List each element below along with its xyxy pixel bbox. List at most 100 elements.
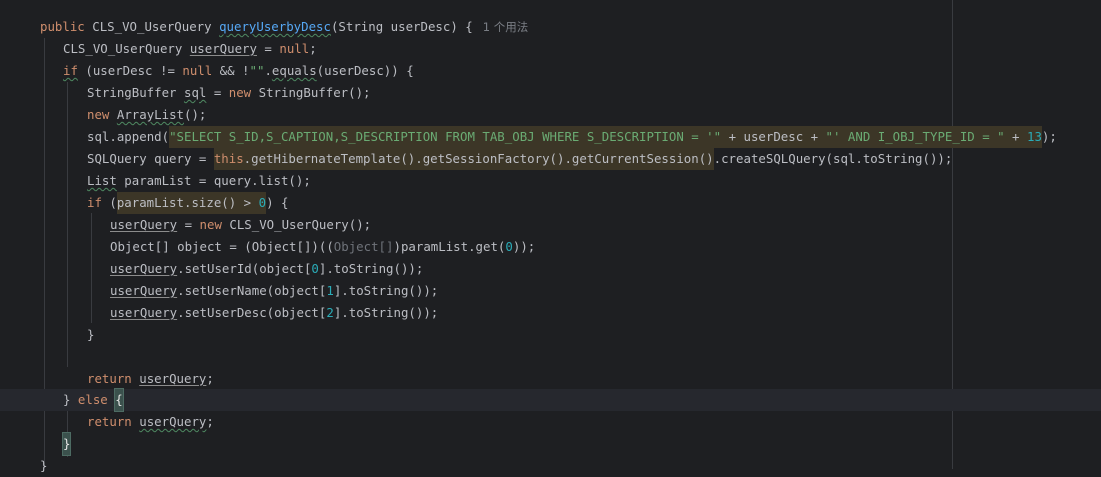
code-token: paramList = query.list(); xyxy=(116,173,311,188)
code-token: StringBuffer(); xyxy=(251,85,371,100)
code-token: ( xyxy=(101,195,117,210)
closing-brace: } xyxy=(87,327,95,342)
code-line[interactable]: new ArrayList (); xyxy=(87,104,206,126)
code-token: ; xyxy=(206,414,214,429)
code-line-method-signature[interactable]: public CLS_VO_UserQuery queryUserbyDesc(… xyxy=(40,16,528,38)
matched-brace-close: } xyxy=(61,432,72,456)
code-token: .append( xyxy=(109,129,170,144)
code-token: CLS_VO_UserQuery xyxy=(63,41,190,56)
code-line[interactable]: } xyxy=(40,455,47,477)
code-token: .setUserDesc(object[ xyxy=(177,305,327,320)
variable-sql: sql xyxy=(87,129,110,144)
code-token: (userDesc != xyxy=(77,63,183,78)
keyword-else: else xyxy=(77,392,108,407)
code-line[interactable]: userQuery = new CLS_VO_UserQuery(); xyxy=(110,214,371,236)
code-line-sql-append[interactable]: sql .append("SELECT S_ID,S_CAPTION,S_DESC… xyxy=(87,126,1057,148)
code-token: + xyxy=(1004,126,1027,148)
keyword-if: if xyxy=(87,195,102,210)
class-name: List xyxy=(87,173,117,188)
class-name: ArrayList xyxy=(116,107,184,122)
keyword-return: return xyxy=(87,371,132,386)
code-line[interactable]: Object[] object = (Object[])((Object[])p… xyxy=(110,236,535,258)
code-token: .setUserName(object[ xyxy=(177,283,327,298)
code-line[interactable]: return userQuery; xyxy=(87,368,214,390)
code-token: paramList.size() > xyxy=(116,192,259,214)
code-line[interactable]: } xyxy=(87,324,94,346)
code-token: .createSQLQuery(sql.toString()); xyxy=(713,151,953,166)
code-editor[interactable]: public CLS_VO_UserQuery queryUserbyDesc(… xyxy=(0,0,1101,473)
code-line[interactable]: } xyxy=(61,432,72,456)
variable-userQuery: userQuery xyxy=(189,41,257,56)
code-token: ].toString()); xyxy=(333,305,439,320)
number-literal: 13 xyxy=(1026,126,1042,148)
indent-guide xyxy=(67,82,68,367)
code-token: ; xyxy=(309,41,317,56)
code-line[interactable]: SQLQuery query = this .getHibernateTempla… xyxy=(87,148,952,170)
keyword-return: return xyxy=(87,414,132,429)
keyword-this: this xyxy=(213,148,244,170)
keyword-if: if xyxy=(63,63,78,78)
variable-userQuery: userQuery xyxy=(139,414,207,429)
variable-userQuery: userQuery xyxy=(110,217,178,232)
code-token: ].toString()); xyxy=(318,261,424,276)
number-literal: 0 xyxy=(311,261,319,276)
code-line[interactable]: List paramList = query.list(); xyxy=(87,170,311,192)
code-token: ) { xyxy=(266,195,289,210)
string-literal: "" xyxy=(249,63,265,78)
code-token: SQLQuery query = xyxy=(87,151,214,166)
redundant-cast: Object[] xyxy=(333,239,394,254)
keyword-new: new xyxy=(199,217,222,232)
method-params: (String userDesc) { xyxy=(330,19,473,34)
number-literal: 1 xyxy=(326,283,334,298)
method-name: queryUserbyDesc xyxy=(219,19,331,34)
code-line[interactable]: if (userDesc != null && ! "". equals (userD… xyxy=(63,60,414,82)
indent-guide xyxy=(91,213,92,323)
variable-userQuery: userQuery xyxy=(139,371,207,386)
code-token: .getHibernateTemplate().getSessionFactor… xyxy=(243,148,714,170)
matched-brace-open: { xyxy=(114,388,124,412)
code-line[interactable]: if (paramList.size() > 0) { xyxy=(87,192,288,214)
variable-userQuery: userQuery xyxy=(110,283,178,298)
code-token: ].toString()); xyxy=(333,283,439,298)
code-line[interactable]: userQuery .setUserDesc(object[2].toString… xyxy=(110,302,438,324)
code-token: ); xyxy=(1041,129,1057,144)
keyword-null: null xyxy=(279,41,310,56)
code-token: (); xyxy=(184,107,207,122)
code-token: = xyxy=(206,85,229,100)
keyword-null: null xyxy=(182,63,213,78)
code-token: StringBuffer xyxy=(87,85,184,100)
code-token: = xyxy=(177,217,200,232)
code-line[interactable]: return userQuery; xyxy=(87,411,214,433)
usage-hint-link[interactable]: 1 个用法 xyxy=(483,16,528,38)
code-token: CLS_VO_UserQuery(); xyxy=(221,217,372,232)
code-line-else[interactable]: } else { xyxy=(63,388,124,412)
code-token: + userDesc + xyxy=(721,126,826,148)
keyword-new: new xyxy=(87,107,110,122)
code-token: && ! xyxy=(212,63,250,78)
keyword-public: public xyxy=(40,19,85,34)
code-line[interactable]: userQuery .setUserName(object[1].toString… xyxy=(110,280,438,302)
variable-sql: sql xyxy=(183,85,207,100)
code-token: = xyxy=(256,41,280,56)
number-literal: 0 xyxy=(258,192,267,214)
code-line[interactable]: StringBuffer sql = new StringBuffer(); xyxy=(87,82,371,104)
code-token: )paramList.get( xyxy=(393,239,506,254)
variable-userQuery: userQuery xyxy=(110,305,178,320)
sql-string-literal: "' AND I_OBJ_TYPE_ID = " xyxy=(825,126,1005,148)
keyword-new: new xyxy=(228,85,252,100)
number-literal: 2 xyxy=(326,305,334,320)
code-token: . xyxy=(264,63,272,78)
variable-userQuery: userQuery xyxy=(110,261,178,276)
sql-string-literal: "SELECT S_ID,S_CAPTION,S_DESCRIPTION FRO… xyxy=(169,126,722,148)
closing-brace: } xyxy=(40,458,48,473)
method-call: equals xyxy=(271,63,317,78)
code-token: )); xyxy=(512,239,536,254)
code-line[interactable]: userQuery .setUserId(object[0].toString()… xyxy=(110,258,423,280)
code-line[interactable]: CLS_VO_UserQuery userQuery = null; xyxy=(63,38,317,60)
code-token: .setUserId(object[ xyxy=(177,261,312,276)
caret-line-highlight xyxy=(0,389,1101,411)
